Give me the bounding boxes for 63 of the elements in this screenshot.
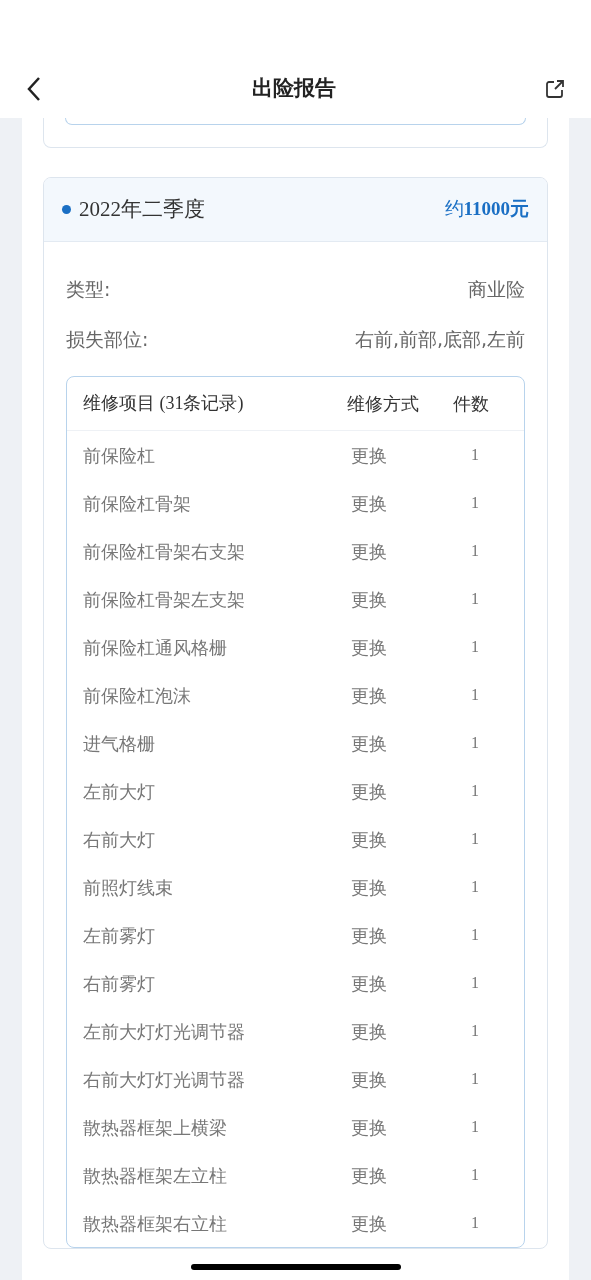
column-header: 维修项目 (31条记录) — [83, 392, 245, 415]
table-cell-text: 前保险杠泡沫 — [83, 683, 192, 708]
period-label: 2022年二季度 — [79, 195, 205, 223]
table-cell-text: 更换 — [351, 587, 388, 612]
table-cell-text: 右前雾灯 — [83, 971, 156, 996]
table-cell-text: 更换 — [351, 539, 388, 564]
table-cell-text: 1 — [471, 1165, 479, 1185]
field-value: 商业险 — [468, 276, 525, 302]
table-cell-text: 1 — [471, 1021, 479, 1041]
table-cell-text: 左前雾灯 — [83, 923, 156, 948]
table-cell-text: 更换 — [351, 923, 388, 948]
table-cell-text: 前照灯线束 — [83, 875, 174, 900]
table-cell-text: 1 — [471, 1117, 479, 1137]
table-cell-text: 1 — [471, 685, 479, 705]
table-cell-text: 更换 — [351, 1067, 388, 1092]
table-cell-text: 前保险杠骨架右支架 — [83, 539, 246, 564]
page-title: 出险报告 — [251, 75, 336, 103]
table-cell-text: 散热器框架右立柱 — [83, 1211, 228, 1236]
table-cell-text: 1 — [471, 589, 479, 609]
table-cell-text: 1 — [471, 733, 479, 753]
back-icon[interactable] — [26, 76, 42, 102]
table-cell-text: 1 — [471, 829, 479, 849]
table-cell-text: 进气格栅 — [83, 731, 156, 756]
table-cell-text: 1 — [471, 637, 479, 657]
table-cell-text: 更换 — [351, 971, 388, 996]
table-cell-text: 1 — [471, 493, 479, 513]
table-cell-text: 更换 — [351, 875, 388, 900]
table-cell-text: 更换 — [351, 491, 388, 516]
table-cell-text: 前保险杠骨架 — [83, 491, 192, 516]
table-cell-text: 更换 — [351, 1115, 388, 1140]
table-cell-text: 1 — [471, 1213, 479, 1233]
table-cell-text: 前保险杠骨架左支架 — [83, 587, 246, 612]
table-cell-text: 1 — [471, 973, 479, 993]
table-cell-text: 更换 — [351, 443, 388, 468]
table-cell-text: 1 — [471, 925, 479, 945]
table-cell-text: 右前大灯灯光调节器 — [83, 1067, 246, 1092]
table-cell-text: 1 — [471, 1069, 479, 1089]
table-cell-text: 1 — [471, 445, 479, 465]
share-icon[interactable] — [545, 79, 565, 99]
table-cell-text: 更换 — [351, 827, 388, 852]
table-cell-text: 前保险杠通风格栅 — [83, 635, 228, 660]
table-cell-text: 更换 — [351, 683, 388, 708]
table-cell-text: 更换 — [351, 731, 388, 756]
table-cell-text: 左前大灯灯光调节器 — [83, 1019, 246, 1044]
table-cell-text: 更换 — [351, 1019, 388, 1044]
table-cell-text: 散热器框架左立柱 — [83, 1163, 228, 1188]
table-cell-text: 1 — [471, 877, 479, 897]
table-cell-text: 1 — [471, 541, 479, 561]
field-label: 类型: — [66, 276, 111, 302]
amount-label: 约11000元 — [444, 197, 529, 222]
table-cell-text: 右前大灯 — [83, 827, 156, 852]
table-cell-text: 更换 — [351, 1211, 388, 1236]
table-cell-text: 1 — [471, 781, 479, 801]
column-header: 维修方式 — [347, 392, 420, 416]
table-cell-text: 散热器框架上横梁 — [83, 1115, 228, 1140]
field-label: 损失部位: — [66, 326, 149, 352]
table-cell-text: 前保险杠 — [83, 443, 156, 468]
table-cell-text: 更换 — [351, 635, 388, 660]
table-cell-text: 更换 — [351, 779, 388, 804]
column-header: 件数 — [453, 392, 489, 416]
field-value: 右前,前部,底部,左前 — [354, 326, 525, 352]
table-cell-text: 更换 — [351, 1163, 388, 1188]
table-cell-text: 左前大灯 — [83, 779, 156, 804]
